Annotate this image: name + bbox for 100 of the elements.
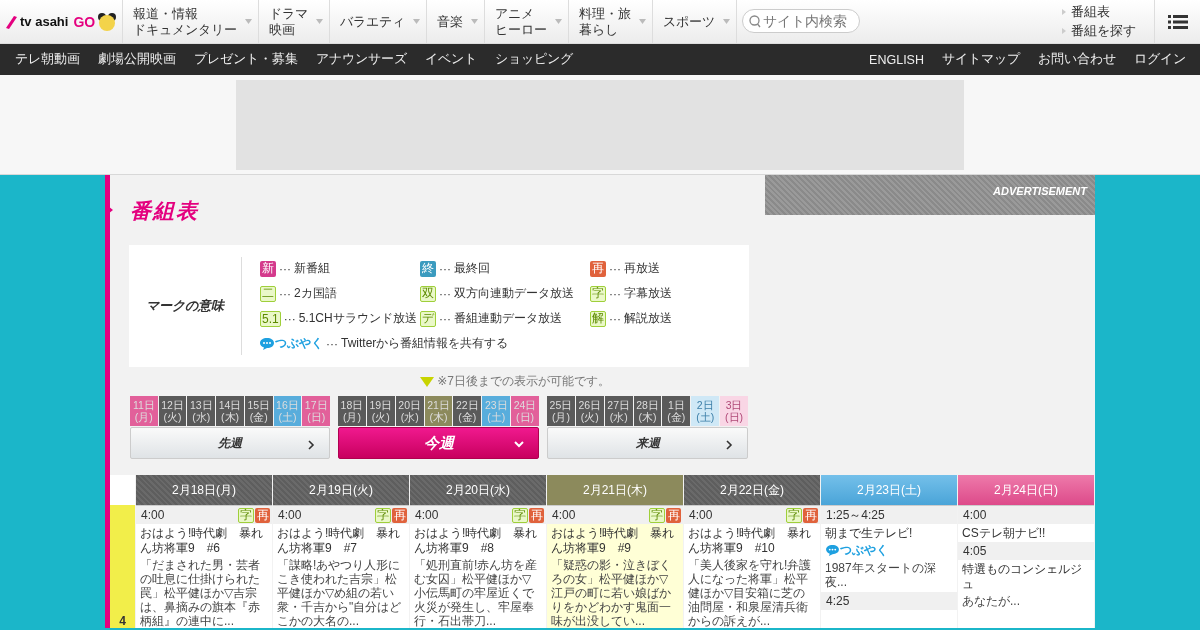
- date-link[interactable]: 25日 (月): [547, 396, 575, 426]
- subnav-link[interactable]: ENGLISH: [860, 52, 933, 67]
- subnav-link[interactable]: ショッピング: [486, 51, 582, 68]
- mark-badge: 再: [529, 507, 544, 523]
- program-title[interactable]: CSテレ朝ナビ!!: [958, 524, 1094, 542]
- down-triangle-icon: [420, 376, 435, 387]
- separator-dots: ···: [279, 286, 291, 301]
- date-link[interactable]: 13日 (水): [187, 396, 216, 426]
- nav-menu-item[interactable]: 報道・情報 ドキュメンタリー: [123, 0, 259, 43]
- caret-icon: [245, 19, 252, 24]
- nav-menu-item[interactable]: スポーツ: [653, 0, 737, 43]
- speech-bubble-icon: [826, 545, 839, 556]
- date-link[interactable]: 18日 (月): [338, 396, 366, 426]
- subnav-link[interactable]: ログイン: [1125, 51, 1195, 68]
- program-title[interactable]: おはよう!時代劇 暴れん坊将軍9 #8: [410, 524, 546, 557]
- separator-dots: ···: [609, 286, 621, 301]
- nav-menu-item[interactable]: 料理・旅 暮らし: [569, 0, 653, 43]
- subnav-link[interactable]: 劇場公開映画: [89, 51, 185, 68]
- nav-menu-item[interactable]: ドラマ 映画: [259, 0, 330, 43]
- bullet-icon: [1062, 28, 1066, 34]
- search-field[interactable]: サイト内検索: [742, 9, 860, 33]
- logo-slash-icon: [4, 14, 18, 29]
- caret-icon: [723, 19, 730, 24]
- program-time: 4:05: [963, 544, 988, 558]
- program-title[interactable]: 朝まで生テレビ!: [821, 524, 957, 542]
- date-link[interactable]: 22日 (金): [453, 396, 482, 426]
- program-time: 4:00: [552, 508, 577, 522]
- date-link[interactable]: 15日 (金): [244, 396, 273, 426]
- bullet-icon: [1062, 9, 1066, 15]
- mark-badge: 再: [590, 260, 606, 277]
- legend-title: マークの意味: [129, 257, 242, 355]
- caret-icon: [413, 19, 420, 24]
- date-link[interactable]: 14日 (木): [216, 396, 244, 426]
- week-button[interactable]: 今週: [338, 427, 539, 459]
- legend-text: 再放送: [624, 260, 660, 277]
- subnav-link[interactable]: アナウンサーズ: [307, 51, 416, 68]
- caret-icon: [639, 19, 646, 24]
- date-link[interactable]: 12日 (火): [158, 396, 187, 426]
- legend-text: 双方向連動データ放送: [454, 285, 574, 302]
- mark-badge: 5.1: [260, 310, 281, 327]
- week-button[interactable]: 先週: [130, 427, 330, 459]
- day-header: 2月19日(火): [273, 475, 409, 505]
- logo-go[interactable]: GO: [73, 13, 96, 30]
- subnav-link[interactable]: イベント: [416, 51, 486, 68]
- date-link[interactable]: 26日 (火): [575, 396, 604, 426]
- subnav-link[interactable]: テレ朝動画: [6, 51, 89, 68]
- mark-badge: デ: [420, 310, 436, 327]
- separator-dots: ···: [283, 311, 296, 326]
- day-header: 2月20日(水): [410, 475, 546, 505]
- mark-badge: 終: [420, 260, 436, 277]
- mark-badge: 新: [260, 260, 276, 277]
- subnav-link[interactable]: お問い合わせ: [1029, 51, 1125, 68]
- mark-badge: 再: [803, 507, 818, 523]
- date-link[interactable]: 19日 (火): [366, 396, 395, 426]
- program-time: 4:00: [963, 508, 988, 522]
- date-link[interactable]: 27日 (水): [604, 396, 633, 426]
- program-time: 1:25～4:25: [826, 506, 886, 524]
- note-text: ※7日後までの表示が可能です。: [437, 373, 610, 390]
- program-title[interactable]: おはよう!時代劇 暴れん坊将軍9 #10: [684, 524, 820, 557]
- program-description: 1987年スタートの深夜...: [824, 560, 937, 591]
- mark-badge: 再: [255, 507, 270, 523]
- subnav-link[interactable]: サイトマップ: [933, 51, 1029, 68]
- legend-text: 新番組: [294, 260, 330, 277]
- legend-text: 字幕放送: [624, 285, 672, 302]
- search-icon: [749, 14, 761, 28]
- mark-badge: 二: [260, 285, 276, 302]
- subnav-link[interactable]: プレゼント・募集: [185, 51, 307, 68]
- nav-menu-item[interactable]: アニメ ヒーロー: [485, 0, 569, 43]
- legend-text: 2カ国語: [294, 285, 337, 302]
- program-title[interactable]: おはよう!時代劇 暴れん坊将軍9 #9: [547, 524, 683, 557]
- program-time: 4:00: [689, 508, 714, 522]
- caret-icon: [316, 19, 323, 24]
- program-title[interactable]: 特選ものコンシェルジュ: [958, 560, 1094, 593]
- legend-text: 最終回: [454, 260, 490, 277]
- program-title[interactable]: おはよう!時代劇 暴れん坊将軍9 #6: [136, 524, 272, 557]
- tweet-label: つぶやく: [275, 335, 323, 352]
- quick-link[interactable]: 番組表: [1062, 3, 1136, 21]
- date-link[interactable]: 28日 (木): [633, 396, 662, 426]
- logo-text[interactable]: tv asahi: [20, 14, 69, 29]
- separator-dots: ···: [439, 261, 451, 276]
- mark-badge: 字: [649, 507, 665, 523]
- hour-label: 4: [119, 614, 126, 628]
- corner-cell: [110, 475, 135, 505]
- pointer-icon: [108, 206, 113, 214]
- separator-dots: ···: [439, 311, 451, 326]
- date-link[interactable]: 20日 (水): [395, 396, 424, 426]
- legend-text: Twitterから番組情報を共有する: [341, 335, 509, 352]
- week-button[interactable]: 来週: [547, 427, 748, 459]
- date-link[interactable]: 1日 (金): [662, 396, 691, 426]
- quick-link[interactable]: 番組を探す: [1062, 22, 1136, 40]
- day-header: 2月22日(金): [684, 475, 820, 505]
- program-title[interactable]: おはよう!時代劇 暴れん坊将軍9 #7: [273, 524, 409, 557]
- nav-menu-item[interactable]: バラエティ: [330, 0, 427, 43]
- nav-menu-item[interactable]: 音楽: [427, 0, 485, 43]
- legend-text: 番組連動データ放送: [454, 310, 562, 327]
- program-description: 「謀略!あやつり人形にこき使われた吉宗」松平健ほか▽め組の若い衆・千吉から"自分はどこかの大名の...: [276, 557, 403, 628]
- mark-badge: 字: [512, 507, 528, 523]
- day-header: 2月21日(木): [547, 475, 683, 505]
- mark-badge: 字: [375, 507, 391, 523]
- chevron-down-icon: [514, 441, 524, 448]
